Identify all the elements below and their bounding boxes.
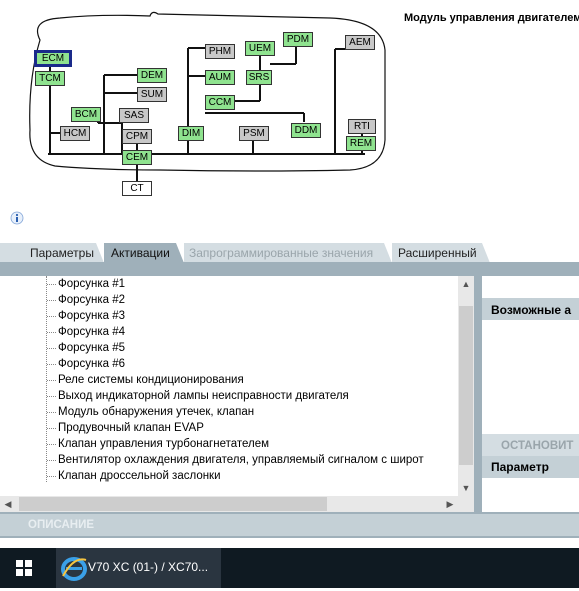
taskbar-app-label: V70 XC (01-) / XC70... (88, 560, 209, 574)
activation-item[interactable]: Форсунка #3 (58, 308, 125, 324)
node-cpm[interactable]: CPM (122, 129, 152, 144)
tree-guide-line (46, 276, 47, 482)
node-ddm[interactable]: DDM (291, 123, 321, 138)
parameter-list (482, 478, 579, 512)
module-title: Модуль управления двигателем (404, 12, 579, 24)
activation-item[interactable]: Форсунка #4 (58, 324, 125, 340)
node-ccm[interactable]: CCM (205, 95, 235, 110)
node-bcm[interactable]: BCM (71, 107, 101, 122)
tree-connector (47, 300, 56, 301)
node-ecm[interactable]: ECM (34, 50, 72, 67)
node-rti[interactable]: RTI (348, 119, 376, 134)
tab-bar: Параметры Активации Запрограммированные … (0, 243, 579, 263)
node-dem[interactable]: DEM (137, 68, 167, 83)
possible-activations-header: Возможные а (482, 298, 579, 320)
tree-connector (47, 348, 56, 349)
tree-connector (47, 332, 56, 333)
activation-item[interactable]: Форсунка #6 (58, 356, 125, 372)
activation-item[interactable]: Форсунка #5 (58, 340, 125, 356)
node-hcm[interactable]: HCM (60, 126, 90, 141)
node-tcm[interactable]: TCM (35, 71, 65, 86)
tab-strip (0, 262, 579, 276)
network-outline (29, 11, 386, 181)
node-srs[interactable]: SRS (246, 70, 272, 85)
tab-programmed-values: Запрограммированные значения (189, 246, 374, 260)
activation-item[interactable]: Форсунка #1 (58, 276, 125, 292)
node-sas[interactable]: SAS (119, 108, 149, 123)
activation-item[interactable]: Реле системы кондиционирования (58, 372, 244, 388)
tree-connector (47, 476, 56, 477)
node-sum[interactable]: SUM (137, 87, 167, 102)
panel-splitter[interactable] (474, 276, 482, 512)
horizontal-scroll-thumb[interactable] (19, 497, 327, 511)
tree-connector (47, 460, 56, 461)
node-cem[interactable]: CEM (122, 150, 152, 165)
network-diagram (0, 0, 400, 200)
internet-explorer-icon (61, 557, 87, 581)
bottom-gap (0, 538, 579, 548)
node-pdm[interactable]: PDM (283, 32, 313, 47)
node-aum[interactable]: AUM (205, 70, 235, 85)
activation-item[interactable]: Вентилятор охлаждения двигателя, управля… (58, 452, 424, 468)
possible-activations-list (482, 320, 579, 434)
node-ct[interactable]: CT (122, 181, 152, 196)
info-icon[interactable] (10, 211, 24, 225)
node-aem[interactable]: AEM (345, 35, 375, 50)
node-uem[interactable]: UEM (245, 41, 275, 56)
tab-advanced[interactable]: Расширенный (392, 243, 483, 263)
tree-connector (47, 444, 56, 445)
tab-parameters[interactable]: Параметры (24, 243, 100, 263)
node-psm[interactable]: PSM (239, 126, 269, 141)
scroll-left-icon[interactable]: ◀ (0, 496, 16, 512)
node-rem[interactable]: REM (346, 136, 376, 151)
tree-connector (47, 412, 56, 413)
tree-connector (47, 380, 56, 381)
activation-item[interactable]: Выход индикаторной лампы неисправности д… (58, 388, 349, 404)
stop-button: ОСТАНОВИТ (482, 434, 579, 456)
activation-item[interactable]: Модуль обнаружения утечек, клапан (58, 404, 254, 420)
tree-connector (47, 396, 56, 397)
node-phm[interactable]: PHM (205, 44, 235, 59)
description-label[interactable]: ОПИСАНИЕ (0, 514, 579, 536)
scroll-up-icon[interactable]: ▲ (458, 276, 474, 292)
activation-item[interactable]: Клапан дроссельной заслонки (58, 468, 221, 484)
tree-connector (47, 364, 56, 365)
vertical-scroll-thumb[interactable] (459, 306, 473, 465)
tree-connector (47, 428, 56, 429)
tree-connector (47, 316, 56, 317)
tree-connector (47, 284, 56, 285)
parameter-header: Параметр (482, 456, 579, 478)
right-panel-top (482, 276, 579, 298)
node-dim[interactable]: DIM (178, 126, 204, 141)
scroll-right-icon[interactable]: ▶ (442, 496, 458, 512)
scroll-down-icon[interactable]: ▼ (458, 480, 474, 496)
scrollbar-corner (458, 496, 474, 512)
windows-start-icon[interactable] (0, 548, 48, 588)
activation-item[interactable]: Продувочный клапан EVAP (58, 420, 204, 436)
activation-item[interactable]: Клапан управления турбонагнетателем (58, 436, 269, 452)
tab-activations[interactable]: Активации (105, 243, 176, 263)
activation-item[interactable]: Форсунка #2 (58, 292, 125, 308)
